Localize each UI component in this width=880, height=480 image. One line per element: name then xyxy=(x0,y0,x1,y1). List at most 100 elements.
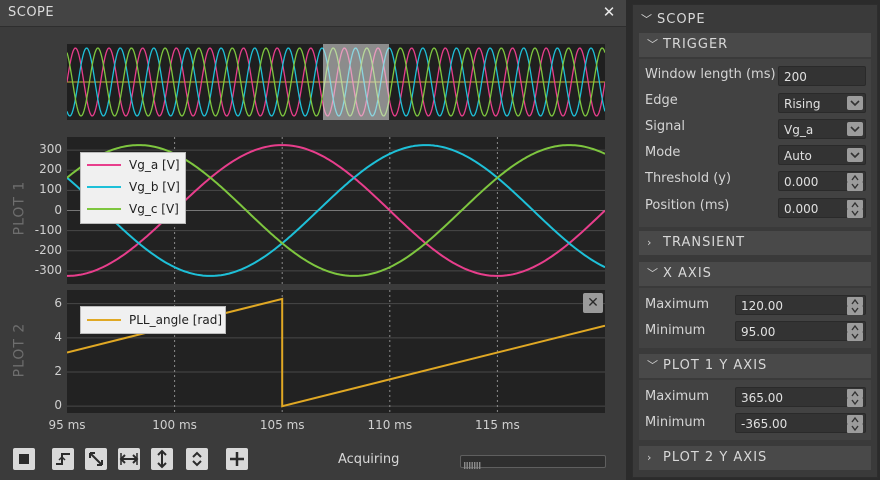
close-icon[interactable]: ✕ xyxy=(600,3,618,21)
spin-up-icon[interactable] xyxy=(847,173,863,182)
y-tick-label: 100 xyxy=(39,182,62,197)
y1-min-field[interactable]: -365.00 xyxy=(735,413,866,433)
x-tick-label: 95 ms xyxy=(48,418,86,432)
trigger-edge-button[interactable] xyxy=(52,448,74,470)
chevron-down-icon[interactable] xyxy=(847,122,863,136)
panel-title: SCOPE xyxy=(657,12,706,27)
progress-fill xyxy=(464,462,481,469)
spin-up-icon[interactable] xyxy=(847,389,863,398)
x-tick-label: 110 ms xyxy=(367,418,413,432)
spin-up-icon[interactable] xyxy=(847,323,863,332)
chevron-down-icon[interactable] xyxy=(847,148,863,162)
zoom-fit-icon xyxy=(89,452,103,466)
expand-vertical-button[interactable] xyxy=(151,448,173,470)
spin-down-icon[interactable] xyxy=(847,424,863,433)
legend-series-unit: [V] xyxy=(161,202,179,216)
y-tick-label: 0 xyxy=(54,398,62,413)
y-tick-label: 2 xyxy=(54,364,62,378)
section-plot1-y-axis-header[interactable]: ﹀ PLOT 1 Y AXIS xyxy=(639,354,871,378)
section-plot1-y-axis-body: Maximum 365.00 Minimum -365.00 xyxy=(639,380,871,440)
legend-series-unit: [V] xyxy=(162,180,180,194)
spin-down-icon[interactable] xyxy=(847,398,863,407)
mode-label: Mode xyxy=(645,145,681,160)
acquisition-progress xyxy=(460,455,606,469)
x-min-value: 95.00 xyxy=(741,325,776,339)
expand-horizontal-icon xyxy=(119,453,139,465)
x-max-field[interactable]: 120.00 xyxy=(735,295,866,315)
section-transient-header[interactable]: › TRANSIENT xyxy=(639,231,871,255)
section-x-axis-header[interactable]: ﹀ X AXIS xyxy=(639,262,871,286)
spin-down-icon[interactable] xyxy=(847,182,863,191)
plot2-close-button[interactable]: ✕ xyxy=(583,293,603,313)
spin-up-icon[interactable] xyxy=(847,200,863,209)
spin-down-icon[interactable] xyxy=(847,332,863,341)
progress-segment xyxy=(476,462,478,469)
threshold-label: Threshold (y) xyxy=(645,171,732,186)
plot1-area[interactable]: Vg_a [V] Vg_b [V] Vg_c [V] xyxy=(67,137,605,284)
zoom-fit-button[interactable] xyxy=(85,448,107,470)
section-title: TRIGGER xyxy=(663,37,729,52)
legend-series-name: Vg_c xyxy=(129,202,158,216)
signal-value: Vg_a xyxy=(784,123,814,137)
threshold-field[interactable]: 0.000 xyxy=(778,171,866,191)
progress-segment xyxy=(471,462,473,469)
plot1-legend: Vg_a [V] Vg_b [V] Vg_c [V] xyxy=(80,152,186,224)
spin-up-icon[interactable] xyxy=(847,415,863,424)
scope-titlebar: SCOPE ✕ xyxy=(0,0,626,27)
y-tick-label: -200 xyxy=(34,242,62,257)
spin-up-icon[interactable] xyxy=(847,297,863,306)
fit-vertical-button[interactable] xyxy=(186,448,208,470)
mode-value: Auto xyxy=(784,149,812,163)
section-trigger-header[interactable]: ﹀ TRIGGER xyxy=(639,33,871,57)
edge-value: Rising xyxy=(784,97,821,111)
y-tick-label: -300 xyxy=(34,262,62,277)
x-max-value: 120.00 xyxy=(741,299,783,313)
position-field[interactable]: 0.000 xyxy=(778,198,866,218)
x-tick-label: 115 ms xyxy=(475,418,520,432)
y1-min-label: Minimum xyxy=(645,415,706,430)
section-title: PLOT 1 Y AXIS xyxy=(663,358,768,373)
spin-down-icon[interactable] xyxy=(847,306,863,315)
position-value: 0.000 xyxy=(784,202,819,216)
stop-button[interactable] xyxy=(13,448,35,470)
fit-vertical-icon xyxy=(192,451,202,467)
window-length-field[interactable]: 200 xyxy=(778,66,866,86)
x-min-field[interactable]: 95.00 xyxy=(735,321,866,341)
section-x-axis-body: Maximum 120.00 Minimum 95.00 xyxy=(639,288,871,348)
y-tick-label: 0 xyxy=(54,202,62,217)
overview-window-highlight xyxy=(323,44,389,120)
add-plot-button[interactable] xyxy=(226,448,248,470)
trigger-edge-icon xyxy=(56,453,70,465)
window-length-label: Window length (ms) xyxy=(645,67,776,82)
chevron-down-icon[interactable] xyxy=(847,96,863,110)
legend-series-unit: [V] xyxy=(162,158,180,172)
section-title: PLOT 2 Y AXIS xyxy=(663,450,768,465)
y1-min-value: -365.00 xyxy=(741,417,788,431)
x-min-label: Minimum xyxy=(645,323,706,338)
plot2-legend: PLL_angle [rad] xyxy=(80,306,226,334)
signal-select[interactable]: Vg_a xyxy=(778,119,866,139)
edge-select[interactable]: Rising xyxy=(778,93,866,113)
y-tick-label: 300 xyxy=(39,142,62,157)
spin-down-icon[interactable] xyxy=(847,209,863,218)
section-title: TRANSIENT xyxy=(663,235,746,250)
section-plot2-y-axis-header[interactable]: › PLOT 2 Y AXIS xyxy=(639,446,871,470)
panel-header[interactable]: ﹀ SCOPE xyxy=(641,9,861,31)
scope-window: SCOPE ✕ PLOT 1 300 200 100 0 -100 -200 -300 Vg… xyxy=(0,0,626,480)
legend-swatch xyxy=(87,319,121,321)
progress-segment xyxy=(474,462,476,469)
signal-label: Signal xyxy=(645,119,685,134)
chevron-down-icon: ﹀ xyxy=(647,267,659,280)
plot2-area[interactable]: PLL_angle [rad] xyxy=(67,290,605,413)
chevron-right-icon: › xyxy=(647,236,653,249)
chevron-down-icon: ﹀ xyxy=(641,13,653,26)
expand-vertical-icon xyxy=(157,449,167,469)
chevron-down-icon: ﹀ xyxy=(647,38,659,51)
section-trigger-body: Window length (ms) 200 Edge Rising Signa… xyxy=(639,59,871,227)
y-tick-label: -100 xyxy=(34,222,62,237)
overview-plot[interactable] xyxy=(67,44,605,120)
mode-select[interactable]: Auto xyxy=(778,145,866,165)
y1-max-field[interactable]: 365.00 xyxy=(735,387,866,407)
expand-horizontal-button[interactable] xyxy=(118,448,140,470)
progress-segment xyxy=(464,462,466,469)
